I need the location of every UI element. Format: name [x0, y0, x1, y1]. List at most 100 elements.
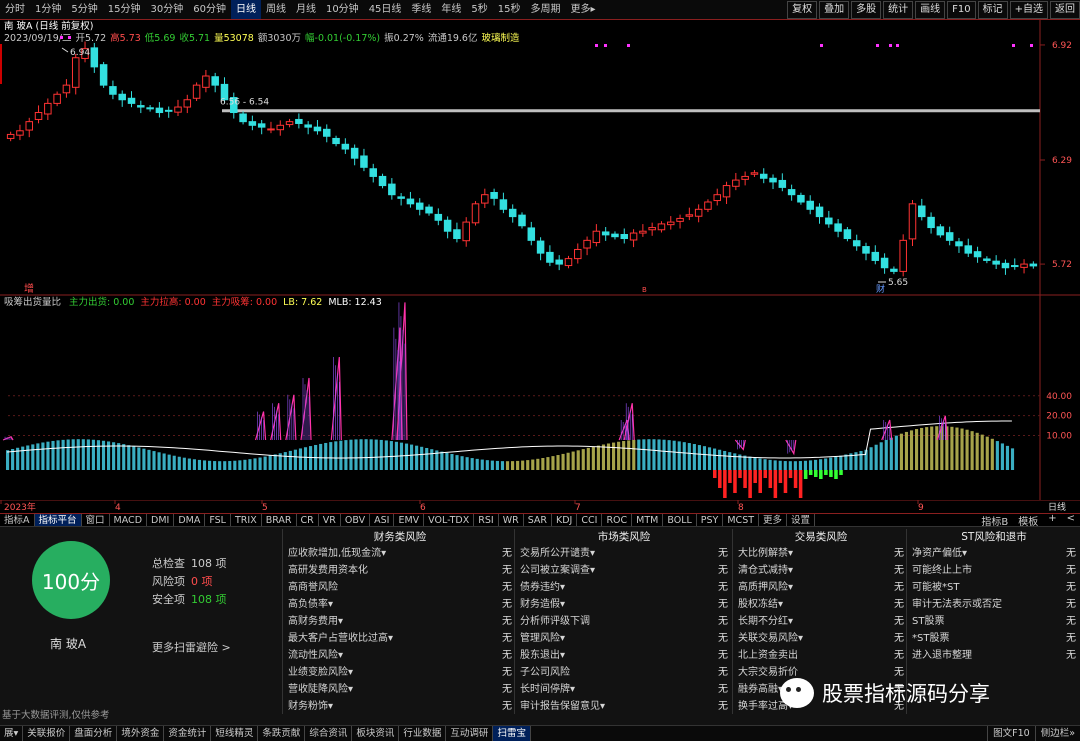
bottom-tab-6[interactable]: 条跌贡献: [258, 726, 306, 741]
period-tab-8[interactable]: 月线: [291, 0, 321, 19]
period-tab-10[interactable]: 45日线: [364, 0, 407, 19]
risk-item[interactable]: 可能终止上市 无: [908, 562, 1080, 579]
risk-item[interactable]: 高负债率▾ 无: [284, 596, 516, 613]
risk-item[interactable]: 长期不分红▾ 无: [734, 613, 908, 630]
indicator-tab-21[interactable]: MTM: [632, 514, 664, 526]
toolbar-button-1[interactable]: 叠加: [819, 0, 850, 19]
risk-item[interactable]: 审计报告保留意见▾ 无: [516, 698, 732, 715]
toolbar-button-7[interactable]: +自选: [1009, 0, 1048, 19]
period-tab-14[interactable]: 15秒: [493, 0, 526, 19]
indicator-tab-7[interactable]: TRIX: [231, 514, 262, 526]
period-tab-2[interactable]: 5分钟: [66, 0, 102, 19]
indicator-tab-24[interactable]: MCST: [723, 514, 760, 526]
indicator-tab-20[interactable]: ROC: [602, 514, 633, 526]
toolbar-button-8[interactable]: 返回: [1050, 0, 1080, 19]
period-tab-6[interactable]: 日线: [230, 0, 261, 19]
more-risk-scan-link[interactable]: 更多扫雷避险 >: [152, 639, 231, 655]
toolbar-button-2[interactable]: 多股: [851, 0, 882, 19]
toolbar-button-6[interactable]: 标记: [977, 0, 1008, 19]
bottom-tab-8[interactable]: 板块资讯: [352, 726, 400, 741]
risk-item[interactable]: 子公司风险 无: [516, 664, 732, 681]
period-tab-3[interactable]: 15分钟: [103, 0, 146, 19]
period-tab-4[interactable]: 30分钟: [145, 0, 188, 19]
period-tab-9[interactable]: 10分钟: [321, 0, 364, 19]
risk-item[interactable]: 分析师评级下调 无: [516, 613, 732, 630]
indicator-tab-11[interactable]: OBV: [341, 514, 371, 526]
indicator-tab-19[interactable]: CCI: [577, 514, 603, 526]
risk-item[interactable]: *ST股票 无: [908, 630, 1080, 647]
period-tab-7[interactable]: 周线: [261, 0, 291, 19]
bottom-tab-5[interactable]: 短线精灵: [211, 726, 259, 741]
period-tab-15[interactable]: 多周期: [526, 0, 566, 19]
toolbar-button-0[interactable]: 复权: [787, 0, 818, 19]
bottom-tab-3[interactable]: 境外资金: [117, 726, 165, 741]
risk-item[interactable]: 财务粉饰▾ 无: [284, 698, 516, 715]
bottom-tab-7[interactable]: 综合资讯: [305, 726, 353, 741]
indicator-tab-8[interactable]: BRAR: [262, 514, 297, 526]
indicator-tab-4[interactable]: DMI: [147, 514, 175, 526]
risk-item[interactable]: 关联交易风险▾ 无: [734, 630, 908, 647]
risk-item[interactable]: 进入退市整理 无: [908, 647, 1080, 664]
indicator-tab-25[interactable]: 更多: [759, 514, 788, 526]
bottom-tab-11[interactable]: 扫雷宝: [493, 726, 531, 741]
bottom-tab-10[interactable]: 互动调研: [446, 726, 494, 741]
candlestick-chart[interactable]: 6.92 6.29 5.72 6.94 6.56 - 6.54 5.65 增 财 B: [0, 20, 1080, 296]
indicator-tab-15[interactable]: RSI: [474, 514, 499, 526]
indicator-tab-9[interactable]: CR: [297, 514, 319, 526]
period-tab-1[interactable]: 1分钟: [30, 0, 66, 19]
indicator-tab-23[interactable]: PSY: [697, 514, 724, 526]
risk-item[interactable]: 大比例解禁▾ 无: [734, 545, 908, 562]
indicator-tab-10[interactable]: VR: [319, 514, 341, 526]
bottom-tab-0[interactable]: 展▾: [0, 726, 24, 741]
indicator-tab-5[interactable]: DMA: [174, 514, 206, 526]
indicator-tab-1[interactable]: 指标平台: [34, 514, 82, 526]
period-tab-11[interactable]: 季线: [406, 0, 436, 19]
risk-item[interactable]: 高财务费用▾ 无: [284, 613, 516, 630]
period-tab-16[interactable]: 更多▸: [566, 0, 601, 19]
risk-item[interactable]: 最大客户占营收比过高▾ 无: [284, 630, 516, 647]
indicator-tab-2[interactable]: 窗口: [82, 514, 110, 526]
bottom-tab-9[interactable]: 行业数据: [399, 726, 447, 741]
risk-item[interactable]: 高研发费用资本化 无: [284, 562, 516, 579]
risk-item[interactable]: 高质押风险▾ 无: [734, 579, 908, 596]
risk-item[interactable]: 财务造假▾ 无: [516, 596, 732, 613]
risk-item[interactable]: 交易所公开谴责▾ 无: [516, 545, 732, 562]
indicator-tab-14[interactable]: VOL-TDX: [424, 514, 475, 526]
indicator-tab-26[interactable]: 设置: [787, 514, 816, 526]
risk-item[interactable]: 管理风险▾ 无: [516, 630, 732, 647]
indicator-tab-6[interactable]: FSL: [205, 514, 231, 526]
indicator-tab-22[interactable]: BOLL: [663, 514, 697, 526]
period-tab-13[interactable]: 5秒: [466, 0, 492, 19]
period-tab-5[interactable]: 60分钟: [188, 0, 231, 19]
bottom-right-button-0[interactable]: 图文F10: [987, 726, 1035, 741]
risk-item[interactable]: ST股票 无: [908, 613, 1080, 630]
bottom-right-button-1[interactable]: 侧边栏»: [1034, 726, 1080, 741]
indicator-tab-right-2[interactable]: +: [1043, 514, 1061, 526]
risk-item[interactable]: 流动性风险▾ 无: [284, 647, 516, 664]
indicator-tab-18[interactable]: KDJ: [552, 514, 578, 526]
toolbar-button-4[interactable]: 画线: [915, 0, 946, 19]
toolbar-button-3[interactable]: 统计: [883, 0, 914, 19]
risk-item[interactable]: 公司被立案调查▾ 无: [516, 562, 732, 579]
indicator-chart[interactable]: 40.00 20.00 10.00: [0, 296, 1080, 500]
indicator-tab-right-0[interactable]: 指标B: [976, 514, 1013, 527]
risk-item[interactable]: 北上资金卖出 无: [734, 647, 908, 664]
bottom-tab-4[interactable]: 资金统计: [164, 726, 212, 741]
risk-item[interactable]: 债券违约▾ 无: [516, 579, 732, 596]
risk-item[interactable]: 清仓式减持▾ 无: [734, 562, 908, 579]
risk-item[interactable]: 长时间停牌▾ 无: [516, 681, 732, 698]
risk-item[interactable]: 股东退出▾ 无: [516, 647, 732, 664]
bottom-tab-2[interactable]: 盘面分析: [70, 726, 118, 741]
risk-item[interactable]: 审计无法表示或否定 无: [908, 596, 1080, 613]
indicator-tab-13[interactable]: EMV: [394, 514, 425, 526]
risk-item[interactable]: 高商誉风险 无: [284, 579, 516, 596]
risk-item[interactable]: 净资产偏低▾ 无: [908, 545, 1080, 562]
period-tab-12[interactable]: 年线: [436, 0, 466, 19]
risk-item[interactable]: 业绩变脸风险▾ 无: [284, 664, 516, 681]
indicator-tab-16[interactable]: WR: [499, 514, 524, 526]
risk-item[interactable]: 应收款增加,低现金流▾ 无: [284, 545, 516, 562]
risk-item[interactable]: 可能被*ST 无: [908, 579, 1080, 596]
indicator-tab-3[interactable]: MACD: [110, 514, 148, 526]
period-tab-0[interactable]: 分时: [0, 0, 30, 19]
indicator-tab-12[interactable]: ASI: [370, 514, 395, 526]
